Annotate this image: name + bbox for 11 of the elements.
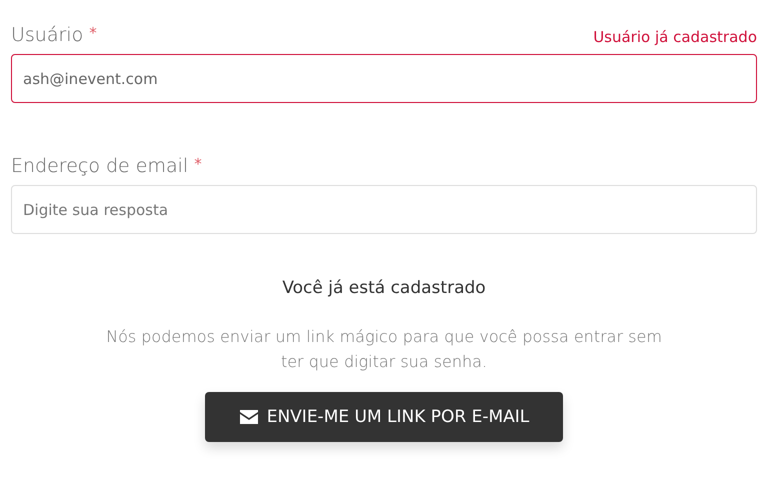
notice-text: Nós podemos enviar um link mágico para que você possa entrar sem ter que digitar sua senha. bbox=[105, 326, 663, 373]
email-link-button[interactable]: ENVIE-ME UM LINK POR E-MAIL bbox=[204, 392, 564, 442]
required-mark: * bbox=[194, 155, 202, 173]
input-field[interactable]: Digite sua resposta bbox=[11, 185, 757, 234]
notice-title: Você já está cadastrado bbox=[282, 278, 486, 298]
required-mark: * bbox=[89, 24, 97, 42]
input-field[interactable]: ash@inevent.com bbox=[11, 54, 757, 103]
field-label: Endereço de email bbox=[11, 155, 188, 177]
envelope-icon bbox=[238, 409, 259, 425]
field-label: Usuário bbox=[11, 24, 84, 46]
error-message: Usuário já cadastrado bbox=[593, 28, 757, 46]
